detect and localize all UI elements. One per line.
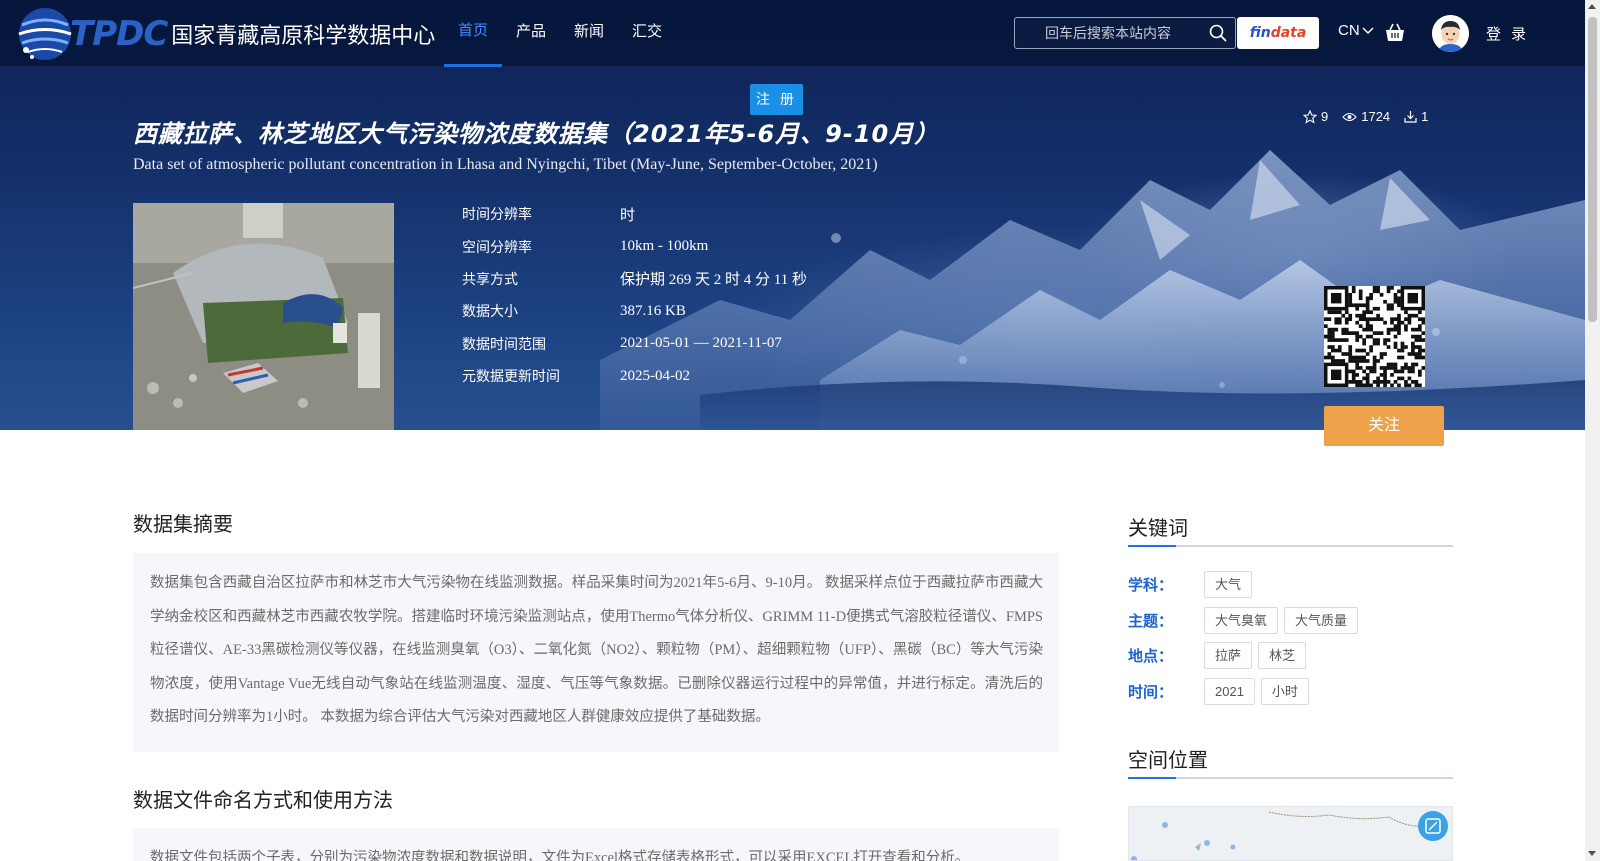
- stars-count: 9: [1321, 109, 1329, 124]
- keyword-tag[interactable]: 大气质量: [1284, 606, 1359, 634]
- site-search: [1014, 17, 1236, 49]
- meta-key: 时间分辨率: [462, 206, 532, 223]
- search-input[interactable]: [1015, 18, 1201, 48]
- keywords-divider: [1128, 545, 1453, 547]
- dataset-thumbnail: [133, 203, 394, 430]
- menu-item-products[interactable]: 产品: [502, 0, 560, 67]
- user-avatar-icon: [1432, 15, 1469, 52]
- usage-box: 数据文件包括两个子表，分别为污染物浓度数据和数据说明，文件为Excel格式存储表…: [133, 828, 1059, 861]
- keyword-tag[interactable]: 大气: [1204, 571, 1253, 598]
- site-logo[interactable]: TPDC 国家青藏高原科学数据中心: [14, 2, 435, 66]
- menu-item-news[interactable]: 新闻: [560, 0, 618, 67]
- qr-code-icon: [1324, 286, 1426, 388]
- dataset-photo-image: [133, 203, 394, 430]
- scroll-thumb[interactable]: [1588, 17, 1597, 322]
- search-icon[interactable]: [1209, 24, 1227, 42]
- abstract-text: 数据集包含西藏自治区拉萨市和林芝市大气污染物在线监测数据。样品采集时间为2021…: [150, 575, 1044, 725]
- meta-value: 2025-04-02: [620, 367, 690, 384]
- keyword-tag[interactable]: 小时: [1260, 677, 1309, 705]
- location-map[interactable]: [1128, 806, 1453, 861]
- avatar[interactable]: [1432, 15, 1469, 52]
- findata-text-a: fin: [1249, 25, 1271, 41]
- meta-row: 元数据更新时间 2025-04-02: [462, 360, 807, 392]
- meta-value: 387.16 KB: [620, 302, 686, 319]
- meta-row: 数据大小 387.16 KB: [462, 295, 807, 327]
- meta-row: 时间分辨率 时: [462, 198, 807, 230]
- views-stat: 1724: [1342, 109, 1390, 124]
- language-switcher[interactable]: CN: [1338, 22, 1374, 39]
- location-title: 空间位置: [1128, 748, 1208, 772]
- meta-row: 空间分辨率 10km - 100km: [462, 230, 807, 262]
- meta-value: 保护期 269 天 2 时 4 分 11 秒: [620, 272, 807, 289]
- follow-button[interactable]: 关注: [1324, 406, 1444, 446]
- keyword-label: 时间：: [1128, 683, 1174, 701]
- meta-value: 10km - 100km: [620, 238, 709, 255]
- keyword-tag[interactable]: 2021: [1204, 677, 1255, 705]
- top-navigation-bar: TPDC 国家青藏高原科学数据中心 首页 产品 新闻 汇交 findata CN: [0, 0, 1585, 67]
- keyword-row-discipline: 学科： 大气: [1128, 571, 1453, 607]
- menu-item-home[interactable]: 首页: [444, 0, 503, 67]
- meta-key: 元数据更新时间: [462, 368, 560, 385]
- scroll-down-arrow-icon[interactable]: [1588, 851, 1596, 856]
- keywords-panel: 关键词 学科： 大气 主题： 大气臭氧 大气质量 地点： 拉萨 林芝 时间： 2…: [1128, 512, 1453, 713]
- meta-row: 共享方式 保护期 269 天 2 时 4 分 11 秒: [462, 263, 807, 295]
- keywords-title: 关键词: [1128, 516, 1188, 540]
- location-panel: 空间位置: [1128, 744, 1453, 779]
- login-link[interactable]: 登 录: [1486, 23, 1529, 44]
- views-count: 1724: [1361, 109, 1391, 124]
- language-label: CN: [1338, 22, 1360, 39]
- keyword-tag[interactable]: 大气臭氧: [1204, 606, 1279, 634]
- abstract-title: 数据集摘要: [133, 512, 233, 536]
- page-scrollbar[interactable]: [1585, 0, 1600, 861]
- scroll-up-arrow-icon[interactable]: [1588, 4, 1596, 9]
- keyword-tag[interactable]: 林芝: [1258, 642, 1307, 669]
- usage-text: 数据文件包括两个子表，分别为污染物浓度数据和数据说明，文件为Excel格式存储表…: [150, 850, 970, 861]
- downloads-count: 1: [1421, 109, 1429, 124]
- location-divider: [1128, 777, 1453, 779]
- keyword-row-place: 地点： 拉萨 林芝: [1128, 642, 1453, 678]
- eye-icon: [1342, 112, 1357, 121]
- star-icon: [1303, 109, 1317, 124]
- globe-logo-icon: [18, 8, 72, 60]
- meta-value: 2021-05-01 — 2021-11-07: [620, 335, 782, 352]
- cart-icon[interactable]: [1384, 22, 1406, 44]
- expand-icon: [1425, 818, 1441, 834]
- downloads-stat: 1: [1404, 109, 1428, 124]
- usage-title: 数据文件命名方式和使用方法: [133, 788, 393, 812]
- stars-stat[interactable]: 9: [1303, 109, 1328, 124]
- keyword-label: 主题：: [1128, 612, 1174, 630]
- keyword-tag[interactable]: 拉萨: [1204, 642, 1253, 669]
- findata-button[interactable]: findata: [1237, 17, 1319, 49]
- keyword-row-theme: 主题： 大气臭氧 大气质量: [1128, 606, 1453, 643]
- menu-item-submit[interactable]: 汇交: [618, 0, 676, 67]
- keyword-row-time: 时间： 2021 小时: [1128, 677, 1453, 714]
- meta-key: 数据大小: [462, 303, 518, 320]
- meta-row: 数据时间范围 2021-05-01 — 2021-11-07: [462, 328, 807, 360]
- dataset-title-cn: 西藏拉萨、林芝地区大气污染物浓度数据集（2021年5-6月、9-10月）: [133, 120, 940, 148]
- main-menu: 首页 产品 新闻 汇交: [444, 0, 676, 67]
- meta-key: 数据时间范围: [462, 335, 546, 352]
- meta-value: 时: [620, 207, 636, 224]
- expand-map-icon[interactable]: [1418, 811, 1448, 841]
- dataset-title-en: Data set of atmospheric pollutant concen…: [133, 156, 878, 173]
- register-button[interactable]: 注 册: [750, 84, 803, 115]
- meta-key: 共享方式: [462, 270, 518, 287]
- meta-key: 空间分辨率: [462, 238, 532, 255]
- qr-code: [1324, 286, 1426, 388]
- abstract-box: 数据集包含西藏自治区拉萨市和林芝市大气污染物在线监测数据。样品采集时间为2021…: [133, 553, 1059, 752]
- logo-text-en: TPDC: [70, 14, 168, 54]
- logo-text-cn: 国家青藏高原科学数据中心: [171, 24, 436, 49]
- map-image: [1129, 807, 1452, 860]
- dataset-stats: 9 1724 1: [1303, 109, 1442, 124]
- keyword-label: 学科：: [1128, 577, 1174, 594]
- findata-text-b: data: [1270, 25, 1307, 41]
- dataset-metadata: 时间分辨率 时 空间分辨率 10km - 100km 共享方式 保护期 269 …: [462, 198, 807, 392]
- chevron-down-icon: [1362, 26, 1374, 34]
- keyword-label: 地点：: [1128, 648, 1174, 665]
- download-icon: [1404, 111, 1417, 123]
